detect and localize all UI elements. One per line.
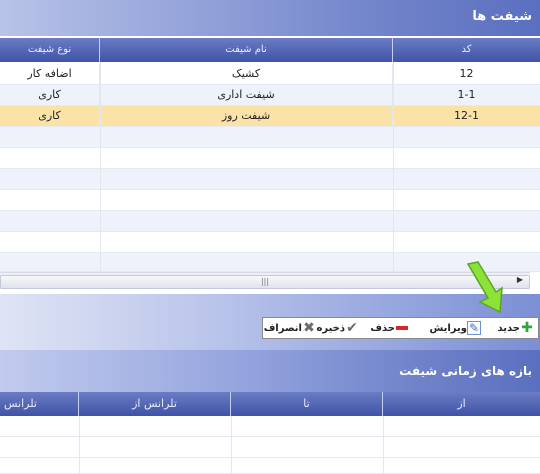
cell-shift-type: اضافه کار bbox=[0, 64, 100, 84]
scroll-right-arrow-icon[interactable]: ▶ bbox=[514, 274, 526, 286]
cell-shift-name: شیفت اداری bbox=[100, 85, 393, 105]
column-divider bbox=[231, 416, 232, 474]
column-header-to[interactable]: تا bbox=[231, 392, 383, 416]
horizontal-scrollbar[interactable]: ||| bbox=[0, 272, 530, 289]
cell-shift-name: شیفت روز bbox=[100, 106, 393, 126]
delete-button[interactable]: حذف bbox=[370, 320, 409, 337]
empty-row bbox=[0, 148, 540, 169]
intervals-grid-body bbox=[0, 416, 540, 474]
cell-code: 12 bbox=[459, 67, 474, 80]
column-header-shift-name[interactable]: نام شیفت bbox=[100, 38, 393, 62]
column-divider bbox=[393, 62, 394, 272]
action-toolbar: ✚جدید ✎ویرایش حذف ✔ذخیره ✖انصراف bbox=[262, 317, 539, 339]
minus-icon bbox=[395, 321, 409, 335]
shifts-grid-body: اضافه کار کشیک 12 کاری شیفت اداری 1-1 کا… bbox=[0, 62, 540, 272]
shifts-panel-title: شیفت ها bbox=[472, 9, 532, 24]
cancel-button[interactable]: ✖انصراف bbox=[264, 320, 316, 337]
scrollbar-thumb[interactable]: ||| bbox=[0, 275, 530, 289]
cell-shift-type: کاری bbox=[0, 85, 100, 105]
empty-row bbox=[0, 458, 540, 474]
empty-row bbox=[0, 253, 540, 272]
column-header-tolerance-from[interactable]: تلرانس از bbox=[79, 392, 231, 416]
empty-row bbox=[0, 232, 540, 253]
empty-row bbox=[0, 190, 540, 211]
intervals-panel-header: بازه های زمانی شیفت bbox=[0, 350, 540, 392]
column-divider bbox=[79, 416, 80, 474]
plus-icon: ✚ bbox=[521, 320, 533, 336]
intervals-panel-title: بازه های زمانی شیفت bbox=[399, 364, 532, 378]
table-row-selected[interactable]: کاری شیفت روز 12-1 bbox=[0, 106, 540, 127]
save-button[interactable]: ✔ذخیره bbox=[316, 320, 359, 337]
empty-row bbox=[0, 169, 540, 190]
save-label: ذخیره bbox=[316, 323, 345, 334]
column-divider bbox=[100, 62, 101, 272]
empty-row bbox=[0, 416, 540, 437]
intervals-grid-header: تلرانس تلرانس از تا از bbox=[0, 392, 540, 416]
edit-icon: ✎ bbox=[467, 321, 481, 335]
shifts-grid-header: نوع شیفت نام شیفت کد bbox=[0, 38, 540, 62]
cancel-label: انصراف bbox=[263, 323, 302, 334]
column-header-from[interactable]: از bbox=[383, 392, 540, 416]
column-header-code[interactable]: کد bbox=[393, 38, 540, 62]
new-button[interactable]: ✚جدید bbox=[497, 320, 534, 337]
edit-button[interactable]: ✎ویرایش bbox=[429, 320, 481, 337]
empty-row bbox=[0, 437, 540, 458]
delete-label: حذف bbox=[370, 323, 395, 334]
new-label: جدید bbox=[497, 323, 520, 334]
empty-row bbox=[0, 211, 540, 232]
shifts-panel-header: شیفت ها bbox=[0, 0, 540, 36]
empty-row bbox=[0, 127, 540, 148]
column-header-tolerance-to[interactable]: تلرانس bbox=[0, 392, 79, 416]
pointer-arrow-icon bbox=[466, 261, 503, 314]
table-row[interactable]: کاری شیفت اداری 1-1 bbox=[0, 85, 540, 106]
column-header-shift-type[interactable]: نوع شیفت bbox=[0, 38, 100, 62]
cell-code: 1-1 bbox=[457, 88, 476, 101]
cell-shift-name: کشیک bbox=[100, 64, 393, 84]
edit-label: ویرایش bbox=[429, 323, 467, 334]
cell-code: 12-1 bbox=[454, 109, 479, 122]
column-divider bbox=[383, 416, 384, 474]
checkmark-icon: ✔ bbox=[346, 320, 358, 336]
cell-shift-type: کاری bbox=[0, 106, 100, 126]
close-icon: ✖ bbox=[303, 320, 315, 336]
table-row[interactable]: اضافه کار کشیک 12 bbox=[0, 64, 540, 85]
